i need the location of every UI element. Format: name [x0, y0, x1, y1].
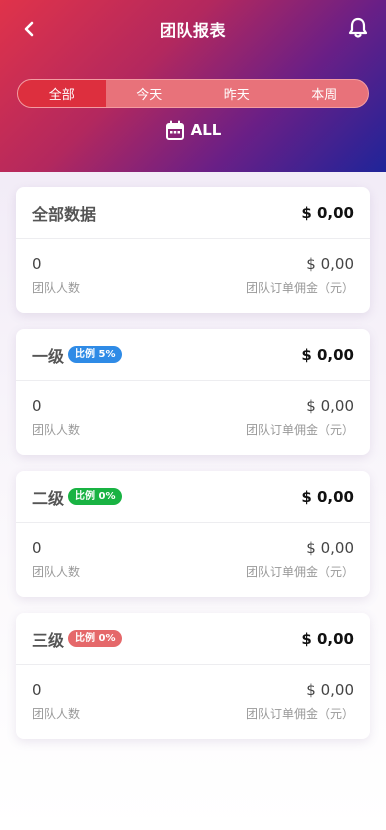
card-title: 全部数据 [32, 201, 96, 225]
card-header: 三级 比例 0% $ 0,00 [16, 613, 370, 665]
team-commission-label: 团队订单佣金（元） [245, 281, 354, 295]
card-body: 0 团队人数 $ 0,00 团队订单佣金（元） [16, 665, 370, 738]
team-count-label: 团队人数 [32, 707, 81, 721]
card-header: 全部数据 $ 0,00 [16, 187, 370, 239]
card-amount: $ 0,00 [301, 345, 354, 364]
card-title-text: 三级 [32, 630, 65, 650]
ratio-badge: 比例 0% [68, 488, 123, 505]
team-commission: $ 0,00 [306, 681, 354, 699]
tab-yesterday[interactable]: 昨天 [193, 80, 281, 107]
tab-this-week[interactable]: 本周 [281, 80, 369, 107]
team-commission: $ 0,00 [306, 255, 354, 273]
ratio-badge: 比例 0% [68, 630, 123, 647]
team-commission-label: 团队订单佣金（元） [245, 707, 354, 721]
calendar-icon [165, 120, 184, 140]
summary-card-level-3: 三级 比例 0% $ 0,00 0 团队人数 $ 0,00 团队订单佣金（元） [16, 613, 370, 739]
team-count: 0 [32, 397, 42, 415]
card-body: 0 团队人数 $ 0,00 团队订单佣金（元） [16, 381, 370, 454]
date-filter-label: ALL [190, 121, 222, 139]
team-commission-label: 团队订单佣金（元） [245, 565, 354, 579]
chevron-left-icon [24, 21, 34, 37]
summary-card-level-1: 一级 比例 5% $ 0,00 0 团队人数 $ 0,00 团队订单佣金（元） [16, 329, 370, 455]
summary-card-all: 全部数据 $ 0,00 0 团队人数 $ 0,00 团队订单佣金（元） [16, 187, 370, 313]
period-tabs: 全部 今天 昨天 本周 [17, 79, 369, 108]
report-content: 全部数据 $ 0,00 0 团队人数 $ 0,00 团队订单佣金（元） 一级 比… [0, 172, 386, 830]
top-bar: 团队报表 [0, 14, 386, 44]
team-commission: $ 0,00 [306, 539, 354, 557]
tab-all[interactable]: 全部 [18, 80, 106, 107]
page-title: 团队报表 [159, 21, 226, 40]
card-amount: $ 0,00 [301, 487, 354, 506]
card-header: 二级 比例 0% $ 0,00 [16, 471, 370, 523]
team-count: 0 [32, 539, 42, 557]
tab-today[interactable]: 今天 [106, 80, 194, 107]
team-commission: $ 0,00 [306, 397, 354, 415]
card-title-text: 全部数据 [32, 204, 97, 224]
ratio-badge: 比例 5% [68, 346, 123, 363]
bell-icon [348, 17, 368, 38]
card-title: 二级 比例 0% [32, 485, 123, 509]
team-count-label: 团队人数 [32, 423, 81, 437]
card-amount: $ 0,00 [301, 629, 354, 648]
team-count: 0 [32, 681, 42, 699]
summary-card-level-2: 二级 比例 0% $ 0,00 0 团队人数 $ 0,00 团队订单佣金（元） [16, 471, 370, 597]
team-count-label: 团队人数 [32, 281, 81, 295]
card-body: 0 团队人数 $ 0,00 团队订单佣金（元） [16, 239, 370, 312]
team-count-label: 团队人数 [32, 565, 81, 579]
card-title-text: 一级 [32, 346, 65, 366]
card-title: 三级 比例 0% [32, 627, 123, 651]
team-count: 0 [32, 255, 42, 273]
card-title-text: 二级 [32, 488, 65, 508]
card-header: 一级 比例 5% $ 0,00 [16, 329, 370, 381]
team-commission-label: 团队订单佣金（元） [245, 423, 354, 437]
card-body: 0 团队人数 $ 0,00 团队订单佣金（元） [16, 523, 370, 596]
card-amount: $ 0,00 [301, 203, 354, 222]
card-title: 一级 比例 5% [32, 343, 123, 367]
notifications-button[interactable] [346, 16, 370, 40]
date-filter[interactable]: ALL [0, 117, 386, 143]
header: 团队报表 全部 今天 昨天 本周 ALL [0, 0, 386, 172]
back-button[interactable] [18, 18, 40, 40]
